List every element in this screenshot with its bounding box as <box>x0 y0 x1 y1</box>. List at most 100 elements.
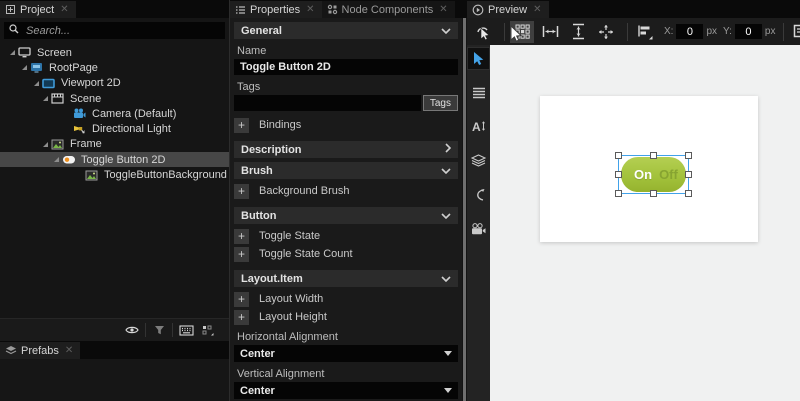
tree-item-togglebuttonbackground[interactable]: ToggleButtonBackground <box>0 167 229 182</box>
horizontal-alignment-dropdown[interactable]: Center <box>234 345 458 362</box>
selection-box[interactable]: On Off <box>615 152 692 197</box>
add-background-brush-button[interactable]: + <box>234 183 249 199</box>
section-brush[interactable]: Brush <box>234 162 458 179</box>
bindings-row: + Bindings <box>234 117 458 133</box>
resize-handle-nw[interactable] <box>615 152 622 159</box>
close-icon[interactable]: ✕ <box>65 345 73 356</box>
image-icon <box>84 170 99 181</box>
pick-node-button[interactable] <box>471 21 495 43</box>
tree-item-rootpage[interactable]: RootPage <box>0 60 229 75</box>
tree-item-scene[interactable]: Scene <box>0 91 229 106</box>
tree-label: Scene <box>70 92 102 105</box>
fit-height-button[interactable] <box>566 21 590 43</box>
toggle-state-count-label: Toggle State Count <box>259 248 353 260</box>
resize-handle-s[interactable] <box>650 190 657 197</box>
tab-properties[interactable]: Properties ✕ <box>230 1 322 18</box>
toggle-button-2d[interactable]: On Off <box>621 157 686 192</box>
add-toggle-state-count-button[interactable]: + <box>234 246 249 262</box>
alignment-tools-button[interactable] <box>633 21 657 43</box>
resize-handle-sw[interactable] <box>615 190 622 197</box>
keyboard-shortcuts-button[interactable] <box>175 322 197 339</box>
layout-height-label: Layout Height <box>259 311 327 323</box>
dropdown-value: Center <box>240 347 275 360</box>
resize-handle-e[interactable] <box>685 171 692 178</box>
expander-icon[interactable] <box>8 50 17 56</box>
chevron-down-icon <box>444 388 452 393</box>
toggle-state-count-row: + Toggle State Count <box>234 246 458 262</box>
prefabs-panel-body <box>0 359 229 401</box>
section-general[interactable]: General <box>234 22 458 39</box>
tree-label: Directional Light <box>92 123 171 136</box>
close-icon[interactable]: ✕ <box>60 4 68 15</box>
grid-view-tool-button[interactable] <box>468 82 489 103</box>
tags-button[interactable]: Tags <box>422 95 458 111</box>
select-tool-button[interactable] <box>467 47 490 70</box>
resize-handle-ne[interactable] <box>685 152 692 159</box>
tab-project[interactable]: Project ✕ <box>0 1 76 18</box>
section-button[interactable]: Button <box>234 207 458 224</box>
resize-handle-w[interactable] <box>615 171 622 178</box>
name-input[interactable] <box>234 59 458 75</box>
y-coordinate-input[interactable] <box>734 24 762 39</box>
fit-width-button[interactable] <box>538 21 562 43</box>
toggle-on-label: On <box>634 167 653 182</box>
visibility-eye-button[interactable] <box>121 322 143 339</box>
camera-tool-button[interactable] <box>468 218 489 239</box>
layout-width-row: + Layout Width <box>234 291 458 307</box>
scrollbar-thumb[interactable] <box>463 18 466 401</box>
add-layout-height-button[interactable]: + <box>234 309 249 325</box>
tab-prefabs[interactable]: Prefabs ✕ <box>0 342 81 359</box>
tree-item-viewport-2d[interactable]: Viewport 2D <box>0 76 229 91</box>
section-layout-item[interactable]: Layout.Item <box>234 270 458 287</box>
tree-item-camera[interactable]: Camera (Default) <box>0 106 229 121</box>
preview-canvas[interactable]: On Off <box>490 45 800 401</box>
display-options-button[interactable] <box>197 322 219 339</box>
layers-tool-button[interactable] <box>468 150 489 171</box>
chevron-down-icon <box>441 273 451 285</box>
x-coordinate-input[interactable] <box>676 24 704 39</box>
dropdown-value: Center <box>240 384 275 397</box>
add-binding-button[interactable]: + <box>234 117 249 133</box>
close-icon[interactable]: ✕ <box>533 4 541 15</box>
divider <box>504 22 505 41</box>
chevron-right-icon <box>445 143 452 156</box>
tab-preview[interactable]: Preview ✕ <box>467 1 549 18</box>
tags-input[interactable] <box>234 95 421 111</box>
scene-icon <box>50 93 65 104</box>
add-layout-width-button[interactable]: + <box>234 291 249 307</box>
close-icon[interactable]: ✕ <box>439 4 447 15</box>
tree-item-screen[interactable]: Screen <box>0 45 229 60</box>
y-coordinate-label: Y: <box>723 26 732 37</box>
fit-screen-button[interactable] <box>594 21 618 43</box>
prefabs-tabbar: Prefabs ✕ <box>0 341 229 359</box>
expander-icon[interactable] <box>41 141 50 147</box>
snap-bounds-button[interactable] <box>789 21 800 43</box>
tree-item-toggle-button-2d[interactable]: Toggle Button 2D <box>0 152 229 168</box>
tree-item-directional-light[interactable]: Directional Light <box>0 121 229 136</box>
resize-handle-se[interactable] <box>685 190 692 197</box>
horizontal-alignment-label: Horizontal Alignment <box>237 331 338 343</box>
spline-tool-button[interactable] <box>468 184 489 205</box>
section-description[interactable]: Description <box>234 141 458 158</box>
chevron-down-icon <box>441 25 451 37</box>
close-icon[interactable]: ✕ <box>306 4 314 15</box>
expander-icon[interactable] <box>41 96 50 102</box>
mouse-cursor-icon <box>510 24 523 47</box>
expander-icon[interactable] <box>20 65 29 71</box>
search-input[interactable] <box>24 23 220 38</box>
resize-handle-n[interactable] <box>650 152 657 159</box>
tab-node-components[interactable]: Node Components ✕ <box>321 1 455 18</box>
section-title: Layout.Item <box>241 272 303 285</box>
add-toggle-state-button[interactable]: + <box>234 228 249 244</box>
properties-list-icon <box>235 5 246 15</box>
vertical-alignment-dropdown[interactable]: Center <box>234 382 458 399</box>
preview-panel: Preview ✕ X: 0 px Y: 0 px A On Off <box>467 0 800 401</box>
tree-label: Screen <box>37 46 72 59</box>
filter-funnel-button[interactable] <box>148 322 170 339</box>
x-unit-label: px <box>706 26 718 37</box>
text-tool-button[interactable]: A <box>468 116 489 137</box>
expander-icon[interactable] <box>32 80 41 86</box>
tree-item-frame[interactable]: Frame <box>0 137 229 152</box>
tab-label: Preview <box>488 3 528 16</box>
expander-icon[interactable] <box>52 157 61 163</box>
